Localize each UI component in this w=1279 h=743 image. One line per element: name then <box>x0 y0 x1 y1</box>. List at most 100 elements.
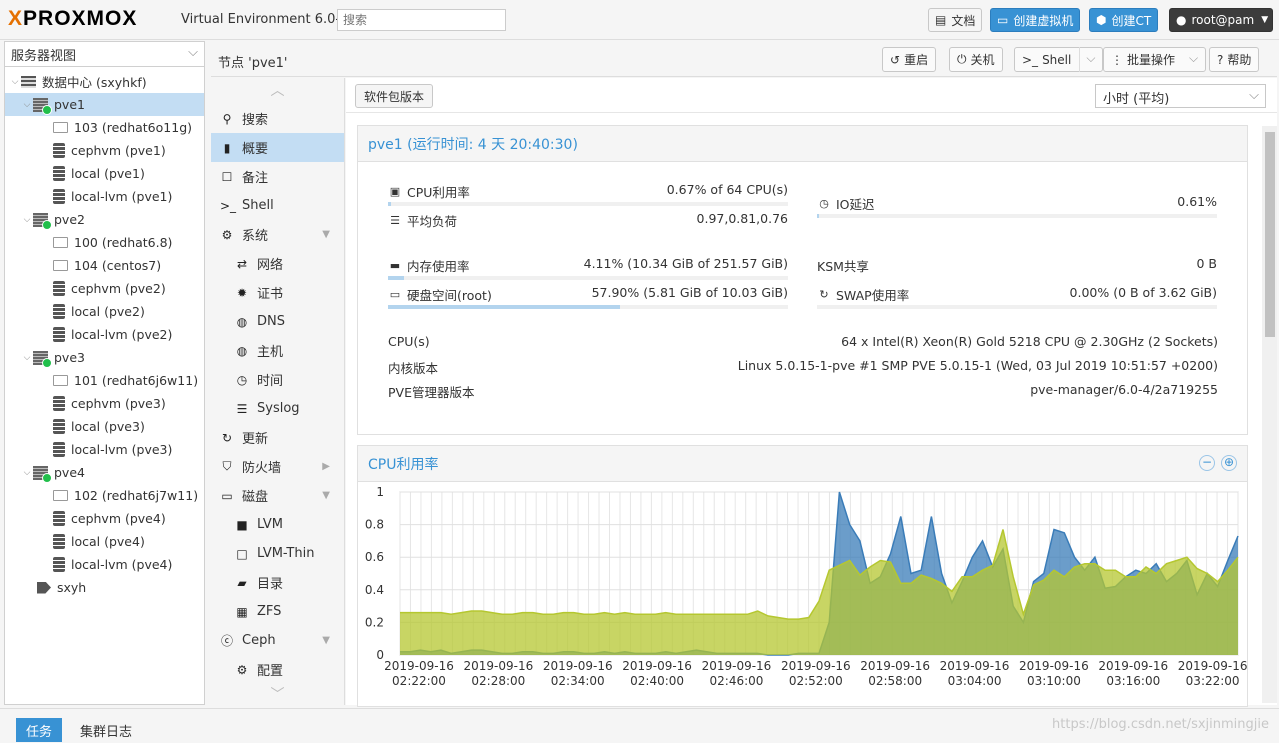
tree-node-1[interactable]: ⌵ pve2 <box>5 208 204 231</box>
vm-icon <box>53 375 68 386</box>
menu-item-0[interactable]: ⚲ 搜索 <box>211 104 344 133</box>
exchange-icon: ⇄ <box>236 256 248 271</box>
tree-storage-item[interactable]: local-lvm (pve4) <box>5 553 204 576</box>
tree-node-2[interactable]: ⌵ pve3 <box>5 346 204 369</box>
content-scrollbar[interactable] <box>1262 126 1277 703</box>
io-delay-stat: ◷ IO延迟 0.61% <box>817 194 1217 218</box>
shell-button[interactable]: >_ Shell ⌵ <box>1014 47 1104 72</box>
tasks-icon: ☰ <box>390 213 400 227</box>
tree-tag-item[interactable]: sxyh <box>5 576 204 599</box>
expand-arrow-icon[interactable]: ▼ <box>322 635 330 646</box>
user-menu-button[interactable]: ● root@pam ▼ <box>1169 8 1273 32</box>
vm-icon <box>53 490 68 501</box>
tree-node-0[interactable]: ⌵ pve1 <box>5 93 204 116</box>
tree-storage-item[interactable]: local (pve4) <box>5 530 204 553</box>
storage-icon <box>53 442 65 457</box>
storage-icon <box>53 396 65 411</box>
search-input[interactable] <box>337 9 506 31</box>
menu-item-14[interactable]: ■ LVM <box>211 510 344 539</box>
cpu-usage-stat: ▣ CPU利用率 0.67% of 64 CPU(s) <box>388 182 788 206</box>
tree-storage-item[interactable]: cephvm (pve4) <box>5 507 204 530</box>
tree-storage-item[interactable]: cephvm (pve3) <box>5 392 204 415</box>
menu-item-16[interactable]: ▰ 目录 <box>211 568 344 597</box>
page-title: 节点 'pve1' <box>218 56 288 71</box>
storage-icon <box>53 281 65 296</box>
list-icon: ☰ <box>236 401 248 416</box>
collapse-icon[interactable]: ⌵ <box>21 468 33 478</box>
tree-storage-item[interactable]: local-lvm (pve1) <box>5 185 204 208</box>
tree-storage-item[interactable]: local-lvm (pve3) <box>5 438 204 461</box>
clock-icon: ◷ <box>819 196 829 210</box>
x-tick-time: 03:22:00 <box>1186 674 1240 688</box>
tree-vm-item[interactable]: 101 (redhat6j6w11) <box>5 369 204 392</box>
help-button[interactable]: ? 帮助 <box>1209 47 1260 72</box>
book-icon: ▤ <box>935 13 947 27</box>
chevron-down-icon: ⌵ <box>188 45 198 60</box>
storage-icon <box>53 419 65 434</box>
undo-zoom-icon[interactable]: − <box>1199 455 1215 471</box>
tree-storage-item[interactable]: cephvm (pve1) <box>5 139 204 162</box>
collapse-icon[interactable]: ⌵ <box>21 215 33 225</box>
tree-vm-item[interactable]: 104 (centos7) <box>5 254 204 277</box>
tree-vm-item[interactable]: 102 (redhat6j7w11) <box>5 484 204 507</box>
tab-tasks[interactable]: 任务 <box>16 718 63 742</box>
datacenter-icon <box>21 75 36 88</box>
menu-item-10[interactable]: ☰ Syslog <box>211 394 344 423</box>
tree-node-3[interactable]: ⌵ pve4 <box>5 461 204 484</box>
menu-item-11[interactable]: ↻ 更新 <box>211 423 344 452</box>
menu-item-2[interactable]: ☐ 备注 <box>211 162 344 191</box>
chevron-up-icon[interactable]: ︿ <box>211 78 344 104</box>
shutdown-button[interactable]: ⏻ 关机 <box>949 47 1003 72</box>
expand-arrow-icon[interactable]: ▼ <box>322 490 330 501</box>
menu-item-7[interactable]: ◍ DNS <box>211 307 344 336</box>
top-toolbar: XPROXMOX Virtual Environment 6.0-4 ▤文档 ▭… <box>0 0 1279 40</box>
package-versions-button[interactable]: 软件包版本 <box>355 84 434 108</box>
bulk-actions-button[interactable]: ⋮ 批量操作 ⌵ <box>1103 47 1207 72</box>
collapse-icon[interactable]: ⌵ <box>9 77 21 87</box>
legend-toggle-icon[interactable]: ⊕ <box>1221 455 1237 471</box>
menu-item-9[interactable]: ◷ 时间 <box>211 365 344 394</box>
menu-item-8[interactable]: ◍ 主机 <box>211 336 344 365</box>
x-tick-date: 2019-09-16 <box>543 659 613 673</box>
tree-storage-item[interactable]: cephvm (pve2) <box>5 277 204 300</box>
menu-item-1[interactable]: ▮ 概要 <box>211 133 344 162</box>
resource-tree: ⌵ 数据中心 (sxyhkf) ⌵ pve1 103 (redhat6o11g) ce… <box>5 67 204 599</box>
menu-item-12[interactable]: ⛉ 防火墙 ▶ <box>211 452 344 481</box>
y-tick-label: 0.4 <box>365 583 384 597</box>
watermark: https://blog.csdn.net/sxjinmingjie <box>1052 717 1269 732</box>
tree-storage-item[interactable]: local (pve1) <box>5 162 204 185</box>
tree-datacenter[interactable]: ⌵ 数据中心 (sxyhkf) <box>5 70 204 93</box>
docs-button[interactable]: ▤ 文档 <box>928 8 983 32</box>
menu-item-13[interactable]: ▭ 磁盘 ▼ <box>211 481 344 510</box>
collapse-icon[interactable]: ⌵ <box>21 353 33 363</box>
tab-cluster-log[interactable]: 集群日志 <box>70 718 142 742</box>
chevron-down-icon[interactable]: ﹀ <box>211 684 344 710</box>
menu-item-5[interactable]: ⇄ 网络 <box>211 249 344 278</box>
menu-item-15[interactable]: □ LVM-Thin <box>211 539 344 568</box>
resource-tree-panel: 服务器视图 ⌵ ⌵ 数据中心 (sxyhkf) ⌵ pve1 103 (redhat6… <box>4 41 205 705</box>
collapse-icon[interactable]: ⌵ <box>21 100 33 110</box>
menu-item-3[interactable]: >_ Shell <box>211 191 344 220</box>
tree-vm-item[interactable]: 103 (redhat6o11g) <box>5 116 204 139</box>
reboot-button[interactable]: ↺ 重启 <box>882 47 937 72</box>
create-vm-button[interactable]: ▭ 创建虚拟机 <box>990 8 1081 32</box>
create-ct-button[interactable]: ⬢ 创建CT <box>1089 8 1159 32</box>
menu-item-18[interactable]: ⓒ Ceph ▼ <box>211 626 344 655</box>
power-icon: ⏻ <box>957 52 967 66</box>
menu-item-19[interactable]: ⚙ 配置 <box>211 655 344 684</box>
scrollbar-thumb[interactable] <box>1265 132 1275 337</box>
tree-storage-item[interactable]: local-lvm (pve2) <box>5 323 204 346</box>
expand-arrow-icon[interactable]: ▼ <box>322 229 330 240</box>
menu-item-6[interactable]: ✹ 证书 <box>211 278 344 307</box>
menu-item-4[interactable]: ⚙ 系统 ▼ <box>211 220 344 249</box>
expand-arrow-icon[interactable]: ▶ <box>322 461 330 472</box>
tree-storage-item[interactable]: local (pve3) <box>5 415 204 438</box>
tree-vm-item[interactable]: 100 (redhat6.8) <box>5 231 204 254</box>
clock-icon: ◷ <box>236 372 248 387</box>
menu-item-17[interactable]: ▦ ZFS <box>211 597 344 626</box>
timeframe-select[interactable]: 小时 (平均) ⌵ <box>1095 84 1266 108</box>
proxmox-logo: XPROXMOX <box>8 7 138 30</box>
tree-storage-item[interactable]: local (pve2) <box>5 300 204 323</box>
view-selector[interactable]: 服务器视图 ⌵ <box>5 42 204 67</box>
list-icon: ⋮ <box>1111 52 1123 67</box>
